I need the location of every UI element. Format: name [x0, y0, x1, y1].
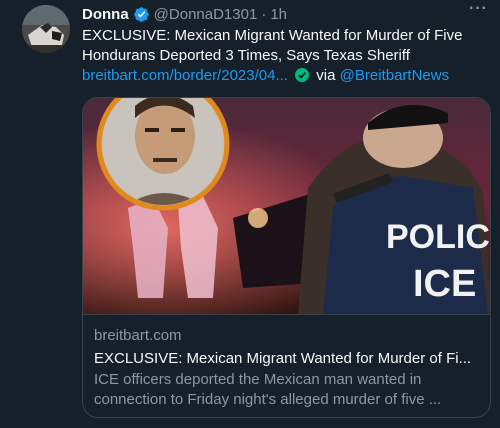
- vest-text-police: POLICE: [386, 218, 491, 256]
- card-title: EXCLUSIVE: Mexican Migrant Wanted for Mu…: [94, 350, 472, 367]
- verified-badge-icon[interactable]: [133, 6, 150, 23]
- tweet-header: Donna @DonnaD1301 · 1h: [82, 5, 488, 23]
- card-image[interactable]: POLICE ICE: [83, 98, 491, 314]
- avatar[interactable]: [22, 5, 70, 53]
- more-options-icon[interactable]: ···: [469, 0, 488, 18]
- card-domain: breitbart.com: [94, 327, 182, 344]
- tweet-body: EXCLUSIVE: Mexican Migrant Wanted for Mu…: [82, 27, 463, 64]
- article-link[interactable]: breitbart.com/border/2023/04...: [82, 67, 288, 84]
- link-line: breitbart.com/border/2023/04... via @Bre…: [82, 66, 494, 86]
- user-handle[interactable]: @DonnaD1301: [154, 6, 258, 23]
- timestamp[interactable]: 1h: [270, 6, 287, 23]
- separator-dot: ·: [261, 5, 267, 23]
- avatar-image: [22, 5, 70, 53]
- via-label: via: [316, 67, 336, 84]
- tweet[interactable]: Donna @DonnaD1301 · 1h ··· EXCLUSIVE: Me…: [0, 0, 500, 428]
- tweet-text: EXCLUSIVE: Mexican Migrant Wanted for Mu…: [82, 26, 494, 86]
- card-info[interactable]: breitbart.com EXCLUSIVE: Mexican Migrant…: [83, 314, 490, 417]
- link-preview-card[interactable]: POLICE ICE breitbart.com EXCLUSIVE: Mexi…: [82, 97, 491, 418]
- card-description: ICE officers deported the Mexican man wa…: [94, 370, 481, 410]
- verified-check-icon: [295, 68, 310, 82]
- via-handle-link[interactable]: @BreitbartNews: [340, 67, 449, 84]
- card-description-line: ICE officers deported the Mexican man wa…: [94, 371, 422, 388]
- display-name[interactable]: Donna: [82, 6, 129, 23]
- card-description-line: connection to Friday night's alleged mur…: [94, 391, 442, 408]
- vest-text-ice: ICE: [413, 263, 476, 305]
